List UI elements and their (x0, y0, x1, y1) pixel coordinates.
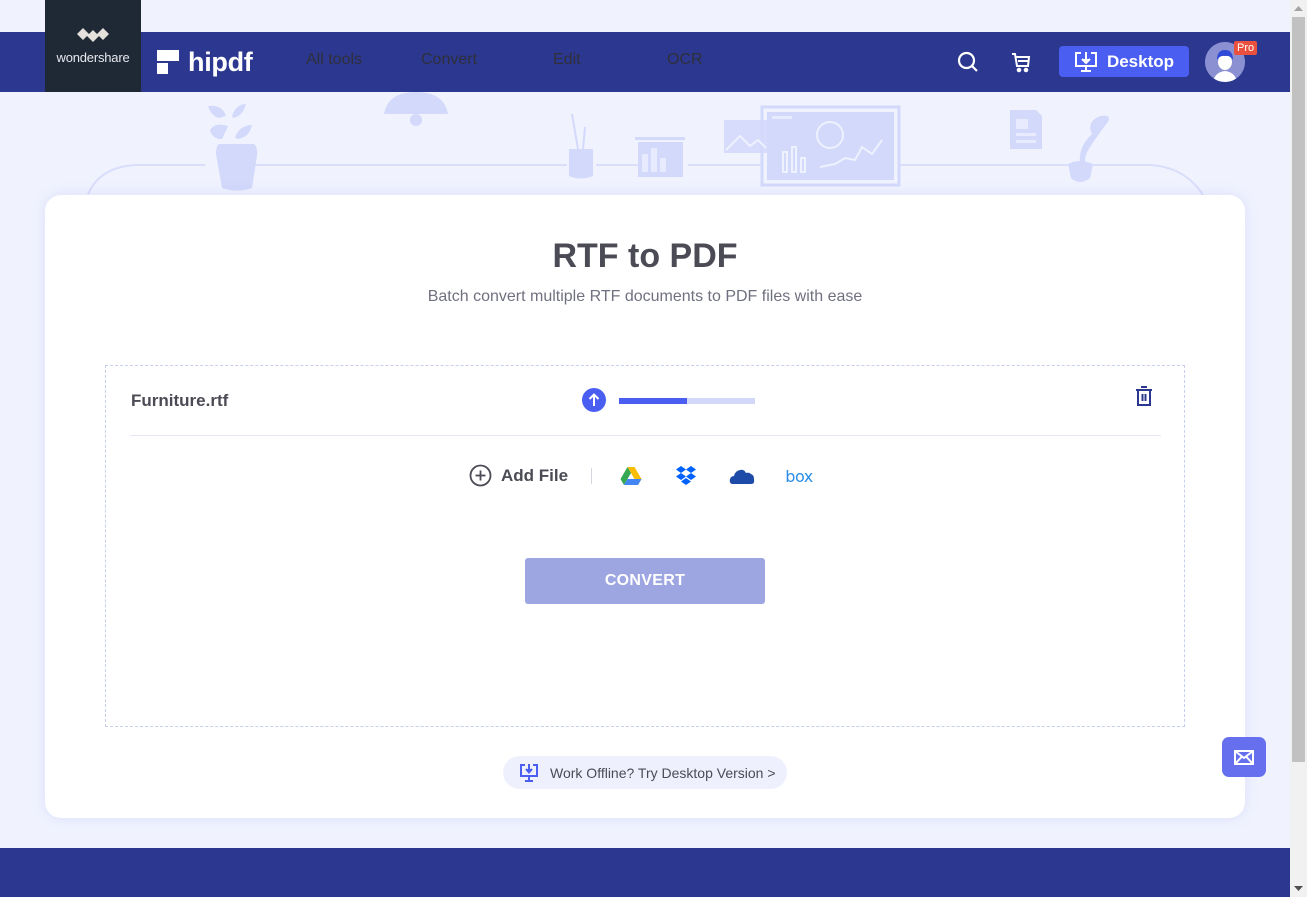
box-icon[interactable]: box (783, 464, 815, 488)
upload-progress-bar (619, 398, 755, 404)
file-name: Furniture.rtf (131, 391, 229, 410)
nav-edit[interactable]: Edit (553, 51, 581, 69)
onedrive-icon[interactable] (729, 464, 755, 488)
scroll-down-arrow-icon[interactable] (1290, 880, 1307, 897)
toolbar-divider (591, 468, 592, 484)
delete-file-icon[interactable] (1135, 386, 1153, 411)
add-file-label: Add File (501, 465, 569, 485)
converter-card: RTF to PDF Batch convert multiple RTF do… (45, 195, 1245, 818)
desktop-version-link[interactable]: Work Offline? Try Desktop Version > (503, 756, 787, 789)
page-footer (0, 848, 1290, 897)
wondershare-logo-text: wondershare (56, 50, 130, 65)
vertical-scrollbar[interactable] (1290, 0, 1307, 897)
cart-icon[interactable] (1007, 48, 1035, 76)
scrollbar-thumb[interactable] (1292, 17, 1305, 762)
file-list-item: Furniture.rtf (130, 366, 1161, 436)
feedback-mail-button[interactable] (1222, 737, 1266, 777)
hipdf-logo-text: hipdf (188, 46, 253, 77)
add-file-toolbar: Add File box (106, 462, 1184, 492)
scroll-up-arrow-icon[interactable] (1290, 0, 1307, 17)
upload-progress-fill (619, 398, 687, 404)
top-navbar: hipdf All tools Convert Edit OCR Desktop… (0, 32, 1290, 92)
header-illustration (87, 92, 1204, 196)
nav-all-tools[interactable]: All tools (306, 51, 362, 69)
dropbox-icon[interactable] (673, 464, 699, 488)
pro-badge: Pro (1234, 41, 1258, 55)
desktop-download-icon (520, 763, 538, 782)
hipdf-logo-mark (157, 50, 179, 74)
upload-arrow-icon (582, 388, 606, 412)
desktop-download-button[interactable]: Desktop (1059, 46, 1189, 77)
page-title: RTF to PDF (552, 237, 738, 275)
hipdf-logo[interactable]: hipdf (157, 46, 253, 78)
mail-icon (1234, 749, 1254, 765)
convert-button[interactable]: CONVERT (525, 558, 765, 604)
wondershare-logo-icon (77, 28, 109, 42)
file-dropzone[interactable]: Furniture.rtf Add File box CONVERT (105, 365, 1185, 727)
search-icon[interactable] (954, 48, 982, 76)
desktop-download-icon (1074, 51, 1097, 72)
desktop-button-label: Desktop (1106, 51, 1175, 71)
wondershare-logo[interactable]: wondershare (45, 0, 141, 92)
add-file-button[interactable]: Add File (469, 464, 568, 487)
desktop-version-text: Work Offline? Try Desktop Version > (550, 764, 776, 781)
page-subtitle: Batch convert multiple RTF documents to … (427, 288, 863, 305)
page-viewport: hipdf All tools Convert Edit OCR Desktop… (0, 0, 1290, 897)
nav-ocr[interactable]: OCR (667, 51, 703, 69)
plus-circle-icon (469, 464, 492, 487)
nav-convert[interactable]: Convert (421, 51, 477, 69)
google-drive-icon[interactable] (618, 464, 644, 488)
